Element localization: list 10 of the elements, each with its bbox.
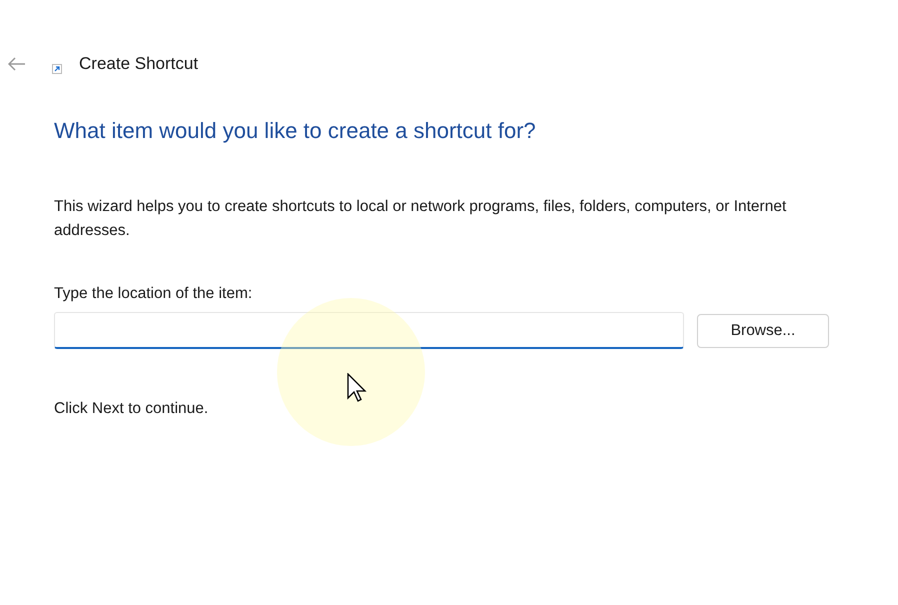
location-field[interactable]	[54, 312, 684, 350]
window-title: Create Shortcut	[79, 53, 198, 76]
back-arrow-icon	[8, 57, 26, 71]
wizard-heading: What item would you like to create a shortcut for?	[54, 117, 537, 145]
browse-button[interactable]: Browse...	[697, 314, 829, 348]
wizard-description: This wizard helps you to create shortcuts to local or network programs, files, folders, computers, or Internet addresses.	[54, 197, 788, 241]
location-label: Type the location of the item:	[54, 284, 254, 304]
continue-hint: Click Next to continue.	[54, 399, 210, 420]
mouse-pointer-icon	[347, 373, 367, 403]
shortcut-icon	[52, 64, 62, 74]
